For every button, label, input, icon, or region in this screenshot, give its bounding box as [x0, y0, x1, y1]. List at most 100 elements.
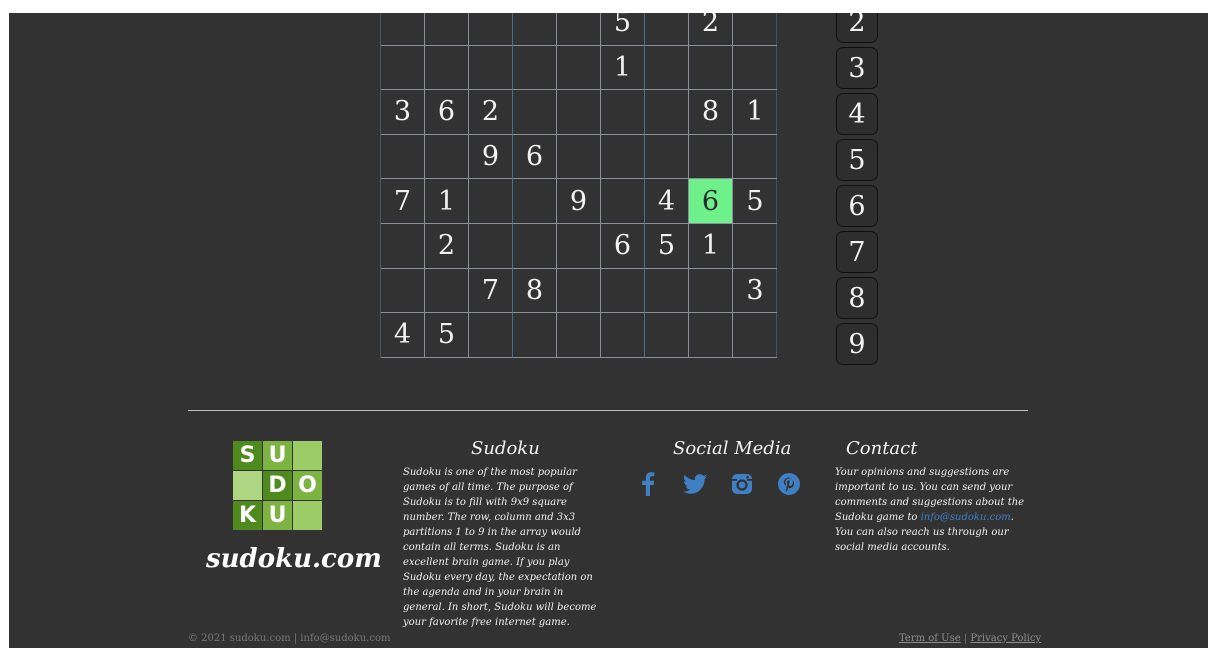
board-cell[interactable] [513, 13, 557, 46]
board-cell[interactable] [469, 13, 513, 46]
board-cell[interactable] [645, 268, 689, 314]
board-cell[interactable] [381, 13, 425, 46]
board-cell[interactable] [689, 45, 733, 91]
board-cell[interactable] [469, 313, 513, 358]
about-text: Sudoku is one of the most popular games … [403, 467, 597, 628]
board-cell[interactable] [689, 134, 733, 180]
about-title: Sudoku [471, 438, 540, 459]
board-cell[interactable]: 8 [689, 90, 733, 135]
board-cell[interactable]: 9 [557, 179, 601, 224]
privacy-link[interactable]: Privacy Policy [970, 633, 1041, 644]
number-button[interactable]: 9 [836, 323, 878, 365]
board-cell[interactable]: 1 [689, 223, 733, 269]
board-cell[interactable] [601, 90, 645, 135]
board-cell[interactable] [557, 268, 601, 314]
board-cell[interactable]: 8 [513, 268, 557, 314]
board-cell[interactable] [557, 45, 601, 91]
board-cell[interactable] [513, 179, 557, 224]
board-cell[interactable]: 9 [469, 134, 513, 180]
board-cell[interactable]: 6 [689, 179, 733, 224]
board-cell[interactable]: 6 [425, 90, 469, 135]
board-cell[interactable]: 6 [601, 223, 645, 269]
board-cell[interactable]: 3 [733, 269, 777, 314]
logo-tile: U [263, 501, 292, 530]
instagram-icon[interactable] [729, 471, 754, 496]
board-cell[interactable] [645, 13, 689, 46]
board-cell[interactable] [425, 268, 469, 314]
board-cell[interactable] [513, 313, 557, 358]
pinterest-icon[interactable] [776, 471, 801, 496]
number-button[interactable]: 6 [836, 185, 878, 227]
board-cell[interactable]: 7 [381, 179, 425, 224]
board-cell[interactable] [601, 179, 645, 224]
board-cell[interactable] [513, 223, 557, 269]
board-cell[interactable] [469, 45, 513, 91]
board-cell[interactable] [601, 313, 645, 358]
social-links [635, 471, 801, 496]
board-cell[interactable]: 2 [469, 90, 513, 135]
board-cell[interactable] [513, 45, 557, 91]
board-cell[interactable]: 5 [733, 179, 777, 224]
legal-separator: | [963, 633, 968, 644]
board-cell[interactable] [689, 268, 733, 314]
board-cell[interactable] [733, 13, 777, 46]
number-pad: 2 3456789 [836, 13, 880, 369]
board-cell[interactable]: 7 [469, 268, 513, 314]
number-button[interactable]: 4 [836, 93, 878, 135]
board-cell[interactable] [645, 134, 689, 180]
board-cell[interactable]: 6 [513, 134, 557, 180]
board-cell[interactable] [381, 45, 425, 91]
sudoku-logo[interactable]: SUDOKU [233, 441, 323, 531]
number-button[interactable]: 3 [836, 47, 878, 89]
board-cell[interactable] [381, 223, 425, 269]
board-cell[interactable] [645, 45, 689, 91]
board-cell[interactable]: 4 [381, 313, 425, 358]
board-cell[interactable] [425, 134, 469, 180]
board-cell[interactable]: 1 [601, 45, 645, 91]
board-cell[interactable]: 2 [689, 13, 733, 46]
number-button[interactable]: 8 [836, 277, 878, 319]
terms-link[interactable]: Term of Use [899, 633, 961, 644]
board-cell[interactable] [733, 224, 777, 269]
twitter-icon[interactable] [682, 471, 707, 496]
board-cell[interactable]: 3 [381, 90, 425, 135]
board-cell[interactable] [557, 223, 601, 269]
board-cell[interactable] [645, 313, 689, 358]
number-button[interactable]: 2 [836, 13, 878, 43]
board-cell[interactable] [469, 223, 513, 269]
board-cell[interactable]: 5 [645, 223, 689, 269]
logo-tile [293, 441, 322, 470]
contact-email-link[interactable]: info@sudoku.com [921, 512, 1011, 523]
board-cell[interactable]: 2 [425, 223, 469, 269]
sudoku-board: 5213628196719465265178345 [380, 13, 777, 358]
logo-tile [293, 501, 322, 530]
number-button[interactable]: 5 [836, 139, 878, 181]
board-cell[interactable] [513, 90, 557, 135]
board-cell[interactable]: 5 [601, 13, 645, 46]
number-button[interactable]: 7 [836, 231, 878, 273]
board-cell[interactable] [425, 13, 469, 46]
board-cell[interactable]: 1 [733, 90, 777, 135]
board-cell[interactable] [469, 179, 513, 224]
board-cell[interactable] [381, 134, 425, 180]
board-cell[interactable] [601, 134, 645, 180]
board-cell[interactable] [733, 135, 777, 180]
board-cell[interactable] [689, 313, 733, 358]
logo-tile: O [293, 471, 322, 500]
board-cell[interactable] [381, 268, 425, 314]
board-cell[interactable] [425, 45, 469, 91]
board-cell[interactable] [601, 268, 645, 314]
board-cell[interactable] [645, 90, 689, 135]
board-cell[interactable] [557, 90, 601, 135]
logo-tile: K [233, 501, 262, 530]
board-cell[interactable] [557, 313, 601, 358]
board-cell[interactable]: 4 [645, 179, 689, 224]
board-cell[interactable] [557, 134, 601, 180]
board-cell[interactable] [733, 313, 777, 358]
board-cell[interactable]: 5 [425, 313, 469, 358]
logo-text[interactable]: sudoku.com [206, 544, 382, 574]
facebook-icon[interactable] [635, 471, 660, 496]
board-cell[interactable] [557, 13, 601, 46]
board-cell[interactable]: 1 [425, 179, 469, 224]
board-cell[interactable] [733, 46, 777, 91]
